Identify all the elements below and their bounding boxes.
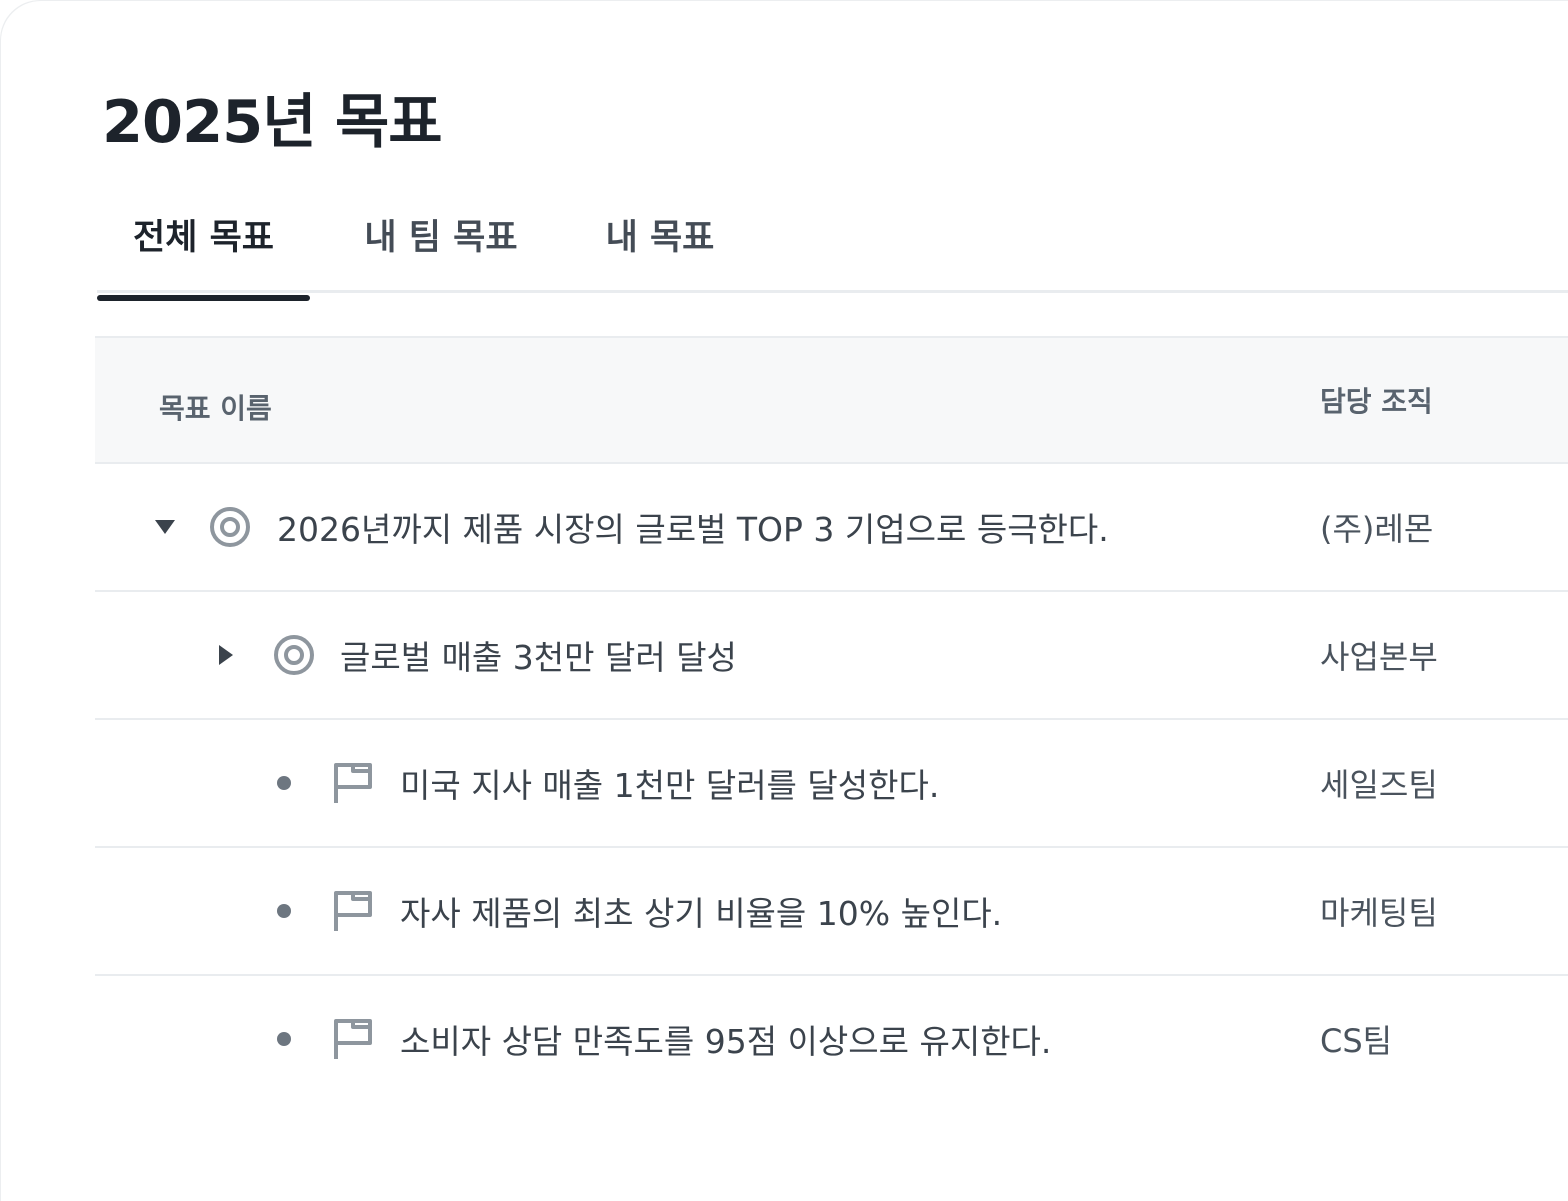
owner-org: 마케팅팀: [1320, 894, 1438, 932]
flag-icon: [334, 763, 372, 803]
page-title: 2025년 목표: [102, 87, 443, 156]
column-header-goal-name: 목표 이름: [159, 392, 272, 425]
column-header-owner-org: 담당 조직: [1320, 385, 1433, 418]
table-header: 목표 이름 담당 조직: [95, 336, 1568, 464]
expand-caret-icon[interactable]: [213, 642, 239, 668]
owner-org: 사업본부: [1320, 638, 1438, 676]
flag-icon: [334, 1019, 372, 1059]
goals-card: 2025년 목표 전체 목표 내 팀 목표 내 목표 목표 이름 담당 조직 2…: [0, 0, 1568, 1201]
owner-org: (주)레몬: [1320, 510, 1434, 548]
owner-org: CS팀: [1320, 1022, 1393, 1060]
table-row[interactable]: 미국 지사 매출 1천만 달러를 달성한다. 세일즈팀: [95, 720, 1568, 848]
tab-my-team-goals[interactable]: 내 팀 목표: [360, 200, 522, 294]
collapse-caret-icon[interactable]: [152, 514, 178, 540]
target-icon: [210, 507, 250, 547]
goal-name[interactable]: 소비자 상담 만족도를 95점 이상으로 유지한다.: [400, 1015, 1051, 1063]
goals-table: 목표 이름 담당 조직 2026년까지 제품 시장의 글로벌 TOP 3 기업으…: [95, 336, 1568, 1102]
goal-name[interactable]: 글로벌 매출 3천만 달러 달성: [340, 631, 737, 679]
table-row[interactable]: 소비자 상담 만족도를 95점 이상으로 유지한다. CS팀: [95, 976, 1568, 1102]
tab-all-goals[interactable]: 전체 목표: [97, 200, 310, 301]
bullet-icon: [277, 1032, 291, 1046]
table-row[interactable]: 2026년까지 제품 시장의 글로벌 TOP 3 기업으로 등극한다. (주)레…: [95, 464, 1568, 592]
goal-name[interactable]: 자사 제품의 최초 상기 비율을 10% 높인다.: [400, 887, 1002, 935]
tab-bar: 전체 목표 내 팀 목표 내 목표: [97, 200, 1568, 301]
bullet-icon: [277, 776, 291, 790]
goal-name[interactable]: 2026년까지 제품 시장의 글로벌 TOP 3 기업으로 등극한다.: [277, 503, 1109, 551]
owner-org: 세일즈팀: [1320, 766, 1438, 804]
flag-icon: [334, 891, 372, 931]
target-icon: [274, 635, 314, 675]
tab-my-goals[interactable]: 내 목표: [602, 200, 718, 294]
table-row[interactable]: 자사 제품의 최초 상기 비율을 10% 높인다. 마케팅팀: [95, 848, 1568, 976]
table-row[interactable]: 글로벌 매출 3천만 달러 달성 사업본부: [95, 592, 1568, 720]
goal-name[interactable]: 미국 지사 매출 1천만 달러를 달성한다.: [400, 759, 939, 807]
bullet-icon: [277, 904, 291, 918]
